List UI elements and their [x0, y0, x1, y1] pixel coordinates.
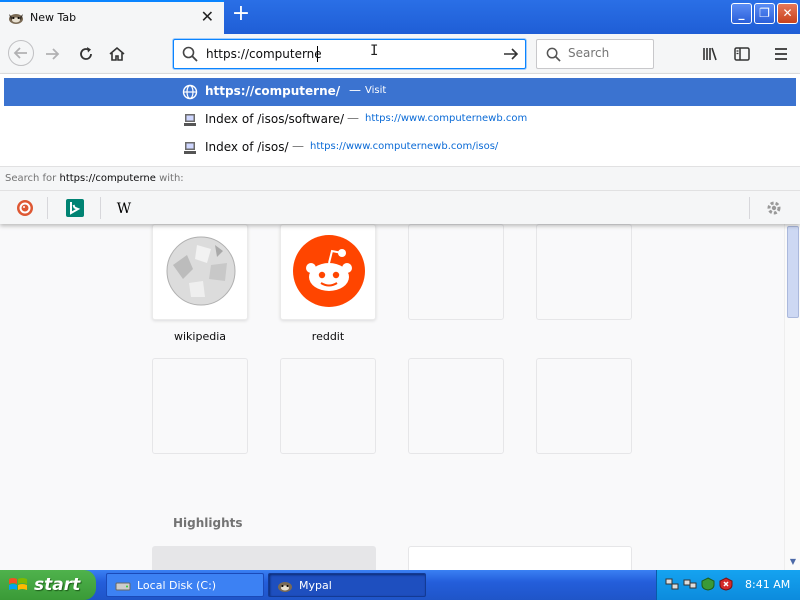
reload-button[interactable] [74, 42, 98, 66]
engine-separator [100, 197, 101, 219]
back-arrow-icon [13, 47, 27, 59]
globe-icon [182, 84, 198, 100]
top-site-empty[interactable] [152, 358, 248, 454]
autocomplete-row-title: Index of /isos/software/ [205, 112, 345, 126]
home-button[interactable] [105, 42, 129, 66]
autocomplete-row-title: Index of /isos/ [205, 140, 289, 154]
autocomplete-row[interactable]: Index of /isos/software/ — https://www.c… [4, 106, 796, 134]
network-icon[interactable] [665, 577, 679, 591]
security-center-icon[interactable] [701, 577, 715, 591]
new-tab-button[interactable]: + [230, 3, 252, 26]
minimize-button[interactable]: _ [731, 3, 752, 24]
computer-page-icon [184, 142, 196, 154]
sidebar-button[interactable] [730, 42, 754, 66]
top-site-wikipedia[interactable] [152, 224, 248, 320]
taskbar-item-label: Local Disk (C:) [137, 579, 217, 592]
reload-icon [80, 47, 92, 60]
autocomplete-row-title: https://computerne/ [205, 84, 341, 98]
wikipedia-glyph: W [117, 201, 132, 217]
autocomplete-row-separator: — [347, 111, 359, 125]
autocomplete-row-url: https://www.computernewb.com/isos/ [310, 141, 499, 152]
hamburger-menu-icon [775, 48, 787, 60]
forward-arrow-icon [46, 48, 60, 60]
autocomplete-row-url: https://www.computernewb.com [365, 113, 528, 124]
clock: 8:41 AM [745, 578, 791, 591]
highlight-card[interactable] [152, 546, 376, 570]
taskbar-item-mypal[interactable]: Mypal [268, 573, 426, 597]
top-site-empty[interactable] [280, 358, 376, 454]
home-icon [109, 46, 125, 61]
computer-page-icon [184, 114, 196, 126]
top-site-label: reddit [311, 330, 345, 343]
url-autocomplete-popup: https://computerne/ — Visit Index of /is… [0, 74, 800, 224]
scroll-down-arrow-icon[interactable]: ▼ [787, 556, 799, 568]
gear-icon[interactable] [764, 198, 784, 218]
url-bar[interactable]: I [173, 39, 526, 69]
top-site-empty[interactable] [536, 224, 632, 320]
nav-toolbar: I [0, 34, 800, 74]
tab-close-icon[interactable]: ✕ [201, 8, 214, 26]
go-arrow-icon[interactable] [503, 46, 519, 62]
top-site-reddit[interactable] [280, 224, 376, 320]
search-with-suffix: with: [159, 173, 184, 184]
taskbar-item-label: Mypal [299, 579, 332, 592]
one-off-search-engines: W [0, 190, 800, 224]
engine-separator [47, 197, 48, 219]
sidebar-icon [734, 47, 750, 61]
windows-flag-icon [9, 578, 27, 590]
top-site-empty[interactable] [536, 358, 632, 454]
top-site-empty[interactable] [408, 358, 504, 454]
autocomplete-row-action: Visit [365, 85, 387, 96]
wikipedia-icon[interactable]: W [114, 198, 134, 218]
start-label: start [34, 575, 81, 595]
top-site-label: wikipedia [173, 330, 226, 343]
windows-taskbar: start Local Disk (C:) Mypal 8:41 AM [0, 570, 800, 600]
engine-separator [749, 197, 750, 219]
highlights-heading: Highlights [173, 516, 243, 530]
library-icon [703, 47, 717, 61]
reddit-icon [293, 235, 365, 307]
mypal-raccoon-icon [9, 14, 23, 24]
top-site-empty[interactable] [408, 224, 504, 320]
tab-new-tab[interactable]: New Tab ✕ [0, 0, 224, 34]
autocomplete-row-visit[interactable]: https://computerne/ — Visit [4, 78, 796, 106]
start-button[interactable]: start [0, 570, 96, 600]
menu-button[interactable] [769, 42, 793, 66]
network-icon[interactable] [683, 577, 697, 591]
back-button[interactable] [8, 40, 34, 66]
search-with-query: https://computerne [59, 173, 156, 184]
forward-button[interactable] [40, 42, 64, 66]
scrollbar-thumb[interactable] [787, 226, 799, 318]
autocomplete-row-separator: — [349, 83, 361, 97]
content-scrollbar[interactable]: ▼ [784, 224, 800, 570]
drive-icon [115, 582, 131, 591]
search-icon [182, 46, 198, 62]
new-tab-content: wikipedia reddit Highlights [0, 224, 784, 570]
text-caret [317, 46, 318, 62]
autocomplete-row-separator: — [292, 139, 304, 153]
bing-icon[interactable] [65, 198, 85, 218]
search-icon [546, 47, 561, 62]
close-window-button[interactable]: ✕ [777, 3, 798, 24]
tab-bar: New Tab ✕ + _ ❐ ✕ [0, 0, 800, 34]
search-with-prefix: Search for [5, 173, 57, 184]
mypal-raccoon-icon [278, 582, 292, 592]
restore-button[interactable]: ❐ [754, 3, 775, 24]
search-with-label: Search for https://computerne with: [0, 166, 800, 190]
highlight-card[interactable] [408, 546, 632, 570]
mouse-ibeam-cursor-icon: I [370, 43, 379, 59]
wikipedia-globe-icon [166, 236, 236, 306]
duckduckgo-icon[interactable] [15, 198, 35, 218]
autocomplete-row[interactable]: Index of /isos/ — https://www.computerne… [4, 134, 796, 162]
tab-title: New Tab [30, 11, 77, 24]
library-button[interactable] [698, 42, 722, 66]
search-bar[interactable] [536, 39, 654, 69]
taskbar-item-local-disk[interactable]: Local Disk (C:) [106, 573, 264, 597]
url-input[interactable] [206, 45, 496, 63]
system-tray: 8:41 AM [656, 570, 800, 600]
search-input[interactable] [568, 46, 648, 60]
shield-alert-icon[interactable] [719, 577, 733, 591]
